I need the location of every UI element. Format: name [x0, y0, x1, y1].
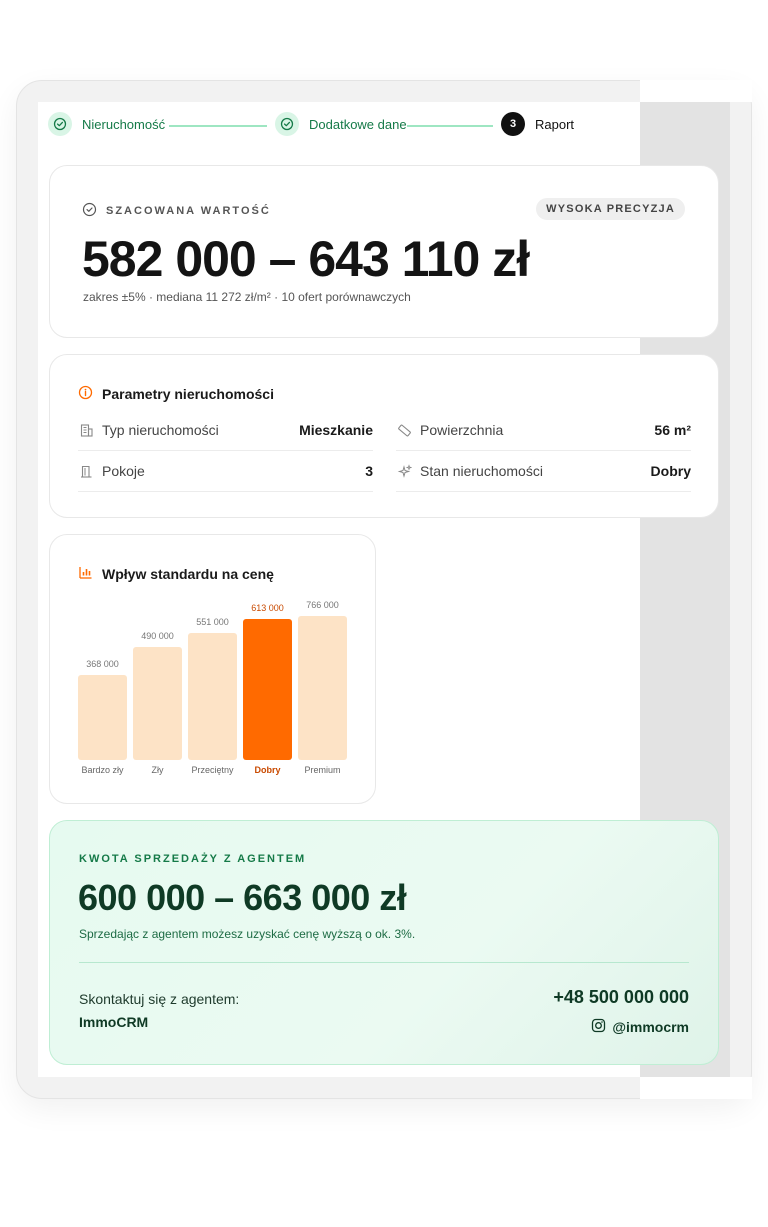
frame-cover-top [640, 80, 752, 102]
param-row-area: Powierzchnia 56 m² [396, 410, 691, 451]
agent-contact-label: Skontaktuj się z agentem: [79, 991, 240, 1007]
agent-phone-link[interactable]: +48 500 000 000 [553, 987, 689, 1008]
param-label: Pokoje [102, 463, 145, 479]
agent-instagram-link[interactable]: @immocrm [591, 1018, 689, 1036]
parameters-title: Parametry nieruchomości [78, 385, 274, 403]
chart-value-label: 490 000 [141, 631, 174, 641]
chart-bar-4 [298, 616, 347, 760]
ruler-icon [396, 422, 412, 438]
step-connector [407, 125, 493, 127]
precision-badge: WYSOKA PRECYZJA [536, 198, 685, 220]
step-additional-data[interactable]: Dodatkowe dane [275, 112, 407, 136]
param-row-type: Typ nieruchomości Mieszkanie [78, 410, 373, 451]
chart-bar-2 [188, 633, 237, 760]
price-impact-chart-card: Wpływ standardu na cenę 368 000 Bardzo zł… [49, 534, 376, 804]
check-circle-icon [275, 112, 299, 136]
chart-category-label: Bardzo zły [81, 765, 124, 775]
chart-value-label: 766 000 [306, 600, 339, 610]
param-value: 3 [365, 463, 373, 479]
param-row-rooms: Pokoje 3 [78, 451, 373, 492]
valuation-eyebrow-text: SZACOWANA WARTOŚĆ [106, 205, 271, 217]
step-property[interactable]: Nieruchomość [48, 112, 165, 136]
parameters-card: Parametry nieruchomości Typ nieruchomośc… [49, 354, 719, 518]
valuation-range: 582 000 – 643 110 zł [82, 231, 530, 287]
parameters-title-text: Parametry nieruchomości [102, 386, 274, 402]
agent-note: Sprzedając z agentem możesz uzyskać cenę… [79, 927, 416, 941]
chart-bar-1 [133, 647, 182, 760]
frame-cover-bottom [640, 1077, 752, 1099]
progress-stepper: Nieruchomość Dodatkowe dane 3 Raport [48, 112, 608, 140]
param-label: Powierzchnia [420, 422, 504, 438]
param-value: 56 m² [654, 422, 691, 438]
chart-category-label: Premium [304, 765, 340, 775]
step-label: Dodatkowe dane [309, 116, 407, 132]
step-label: Raport [535, 116, 575, 132]
valuation-eyebrow: SZACOWANA WARTOŚĆ [82, 202, 271, 220]
info-icon [78, 385, 93, 403]
chart-category-label: Przeciętny [191, 765, 234, 775]
param-value: Dobry [650, 463, 691, 479]
bar-chart: 368 000 Bardzo zły 490 000 Zły 551 000 Przeci… [78, 600, 347, 775]
chart-category-label: Dobry [254, 765, 280, 775]
valuation-details: zakres ±5% · mediana 11 272 zł/m² · 10 o… [83, 290, 411, 304]
sparkles-icon [396, 463, 412, 479]
door-icon [78, 463, 94, 479]
check-circle-icon [48, 112, 72, 136]
param-label: Typ nieruchomości [102, 422, 219, 438]
chart-value-label: 551 000 [196, 617, 229, 627]
valuation-card: SZACOWANA WARTOŚĆ WYSOKA PRECYZJA 582 00… [49, 165, 719, 338]
instagram-icon [591, 1018, 606, 1036]
check-circle-icon [82, 202, 97, 220]
step-report[interactable]: 3 Raport [501, 112, 574, 136]
param-row-condition: Stan nieruchomości Dobry [396, 451, 691, 492]
chart-bar-3 [243, 619, 292, 760]
agent-price-range: 600 000 – 663 000 zł [78, 877, 407, 918]
chart-value-label: 368 000 [86, 659, 119, 669]
param-value: Mieszkanie [299, 422, 373, 438]
agent-eyebrow: KWOTA SPRZEDAŻY Z AGENTEM [79, 853, 307, 865]
agent-company: ImmoCRM [79, 1014, 149, 1030]
chart-bar-0 [78, 675, 127, 760]
agent-offer-card: KWOTA SPRZEDAŻY Z AGENTEM 600 000 – 663 … [49, 820, 719, 1065]
chart-value-label: 613 000 [251, 603, 284, 613]
instagram-handle: @immocrm [612, 1019, 689, 1035]
step-connector [169, 125, 267, 127]
divider [79, 962, 689, 963]
param-label: Stan nieruchomości [420, 463, 543, 479]
step-number: 3 [501, 112, 525, 136]
step-label: Nieruchomość [82, 116, 166, 132]
building-icon [78, 422, 94, 438]
chart-category-label: Zły [152, 765, 164, 775]
